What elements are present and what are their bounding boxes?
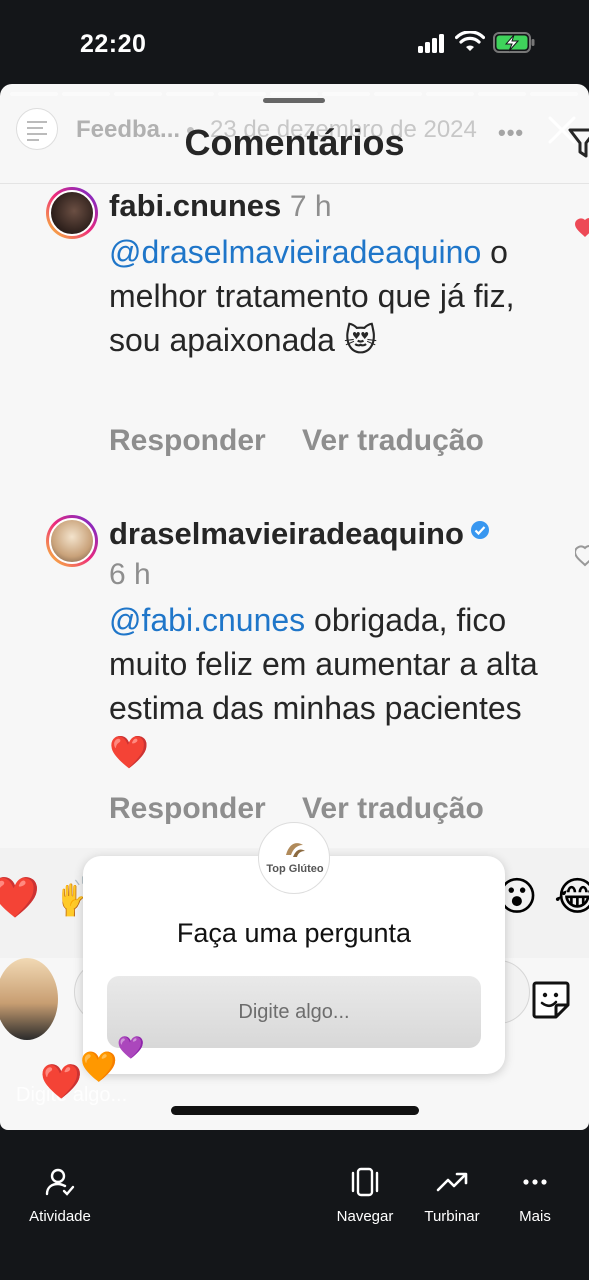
browse-icon (351, 1167, 379, 1197)
tab-label: Navegar (336, 1208, 394, 1225)
reaction-heart[interactable]: ❤️ (0, 874, 40, 921)
floating-heart-icon: 🧡 (80, 1050, 118, 1085)
story-progress (10, 92, 578, 96)
comments-title: Comentários (184, 122, 405, 163)
question-input[interactable]: Digite algo... (107, 976, 481, 1048)
comment-username[interactable]: draselmavieiradeaquino (109, 516, 490, 552)
sheet-handle[interactable] (263, 98, 325, 103)
composer-avatar (0, 958, 58, 1040)
question-title: Faça uma pergunta (176, 918, 412, 948)
brand-name: Top Glúteo (266, 863, 324, 875)
heart-outline-icon[interactable] (575, 540, 589, 568)
comment-item: fabi.cnunes 7 h @draselmavieiradeaquino … (0, 184, 589, 464)
comment-username[interactable]: fabi.cnunes 7 h (109, 188, 332, 224)
comment-actions: Responder Ver tradução (109, 792, 512, 826)
verified-badge-icon (470, 521, 489, 539)
brand-mark-icon (286, 843, 305, 857)
comment-actions: Responder Ver tradução (109, 424, 512, 458)
sticker-icon[interactable] (530, 979, 572, 1021)
mention-link[interactable]: @fabi.cnunes (109, 602, 305, 638)
filter-icon[interactable] (568, 126, 589, 160)
avatar[interactable] (46, 187, 98, 239)
mention-link[interactable]: @draselmavieiradeaquino (109, 234, 481, 270)
tab-label: Turbinar (424, 1208, 480, 1225)
comment-time-row: 6 h (109, 556, 151, 592)
status-time: 22:20 (80, 30, 147, 58)
tab-activity[interactable]: Atividade (5, 1166, 115, 1225)
reaction-laugh[interactable]: 😂 (554, 874, 589, 920)
comment-text: @draselmavieiradeaquino o melhor tratame… (109, 230, 539, 362)
floating-heart-icon: ❤️ (40, 1062, 83, 1102)
status-bar: 22:20 (0, 0, 589, 84)
avatar[interactable] (46, 515, 98, 567)
translate-button[interactable]: Ver tradução (302, 792, 484, 825)
comment-item: draselmavieiradeaquino 6 h @fabi.cnunes … (0, 512, 589, 842)
tab-more[interactable]: Mais (480, 1166, 589, 1225)
brand-logo: Top Glúteo (258, 822, 330, 894)
wifi-icon (455, 31, 485, 51)
boost-icon (436, 1172, 468, 1192)
tab-label: Atividade (29, 1208, 91, 1225)
floating-heart-icon: 💜 (117, 1036, 145, 1061)
comment-time: 7 h (289, 190, 332, 223)
comment-username-text[interactable]: fabi.cnunes (109, 188, 281, 223)
comment-time: 6 h (109, 558, 151, 591)
bottom-nav: Atividade Navegar Turbinar Mais (0, 1130, 589, 1280)
comment-text: @fabi.cnunes obrigada, fico muito feliz … (109, 598, 539, 774)
screen: 22:20 Feedba... 23 de dezembro de 2024 •… (0, 0, 589, 1280)
story-card: Feedba... 23 de dezembro de 2024 ••• Com… (0, 84, 589, 1130)
activity-icon (45, 1168, 75, 1196)
tab-label: Mais (519, 1208, 551, 1225)
more-icon (523, 1179, 547, 1185)
heart-icon[interactable] (575, 212, 589, 240)
translate-button[interactable]: Ver tradução (302, 424, 484, 457)
reply-button[interactable]: Responder (109, 424, 266, 457)
signal-icon (418, 34, 446, 53)
reply-button[interactable]: Responder (109, 792, 266, 825)
battery-charging-icon (493, 32, 535, 53)
home-indicator (171, 1106, 419, 1115)
comment-username-text[interactable]: draselmavieiradeaquino (109, 516, 464, 551)
